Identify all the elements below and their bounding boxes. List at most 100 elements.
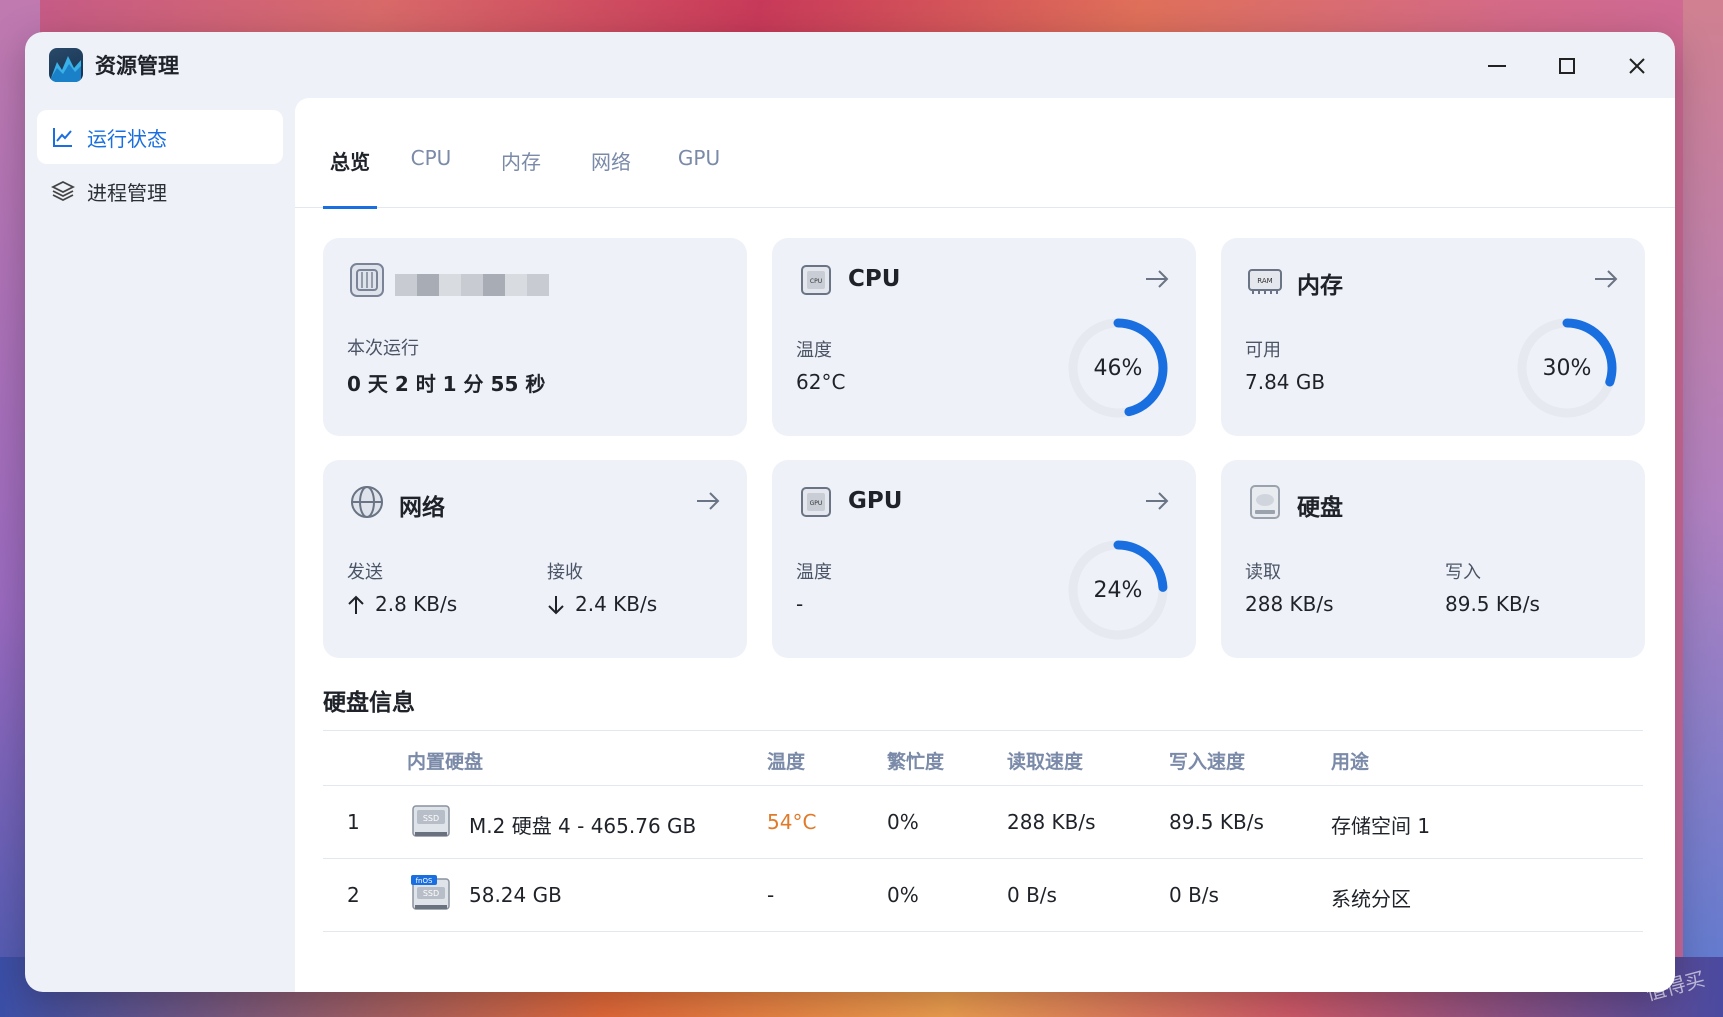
minimize-icon (1488, 65, 1506, 67)
tab-bar: 总览 CPU 内存 网络 GPU (295, 98, 1675, 209)
arrow-right-icon[interactable] (693, 486, 723, 516)
disk-name: M.2 硬盘 4 - 465.76 GB (469, 814, 697, 838)
sidebar: 运行状态 进程管理 (25, 98, 295, 992)
disk-read-speed: 0 B/s (1007, 883, 1057, 907)
uptime-label: 本次运行 (347, 338, 419, 359)
column-header-temp: 温度 (767, 751, 806, 773)
sidebar-item-label: 运行状态 (87, 126, 167, 151)
row-index: 2 (347, 883, 360, 907)
tab-overview[interactable]: 总览 (323, 128, 377, 209)
disk-write-value: 89.5 KB/s (1445, 592, 1540, 616)
disk-write-speed: 0 B/s (1169, 883, 1219, 907)
title-bar: 资源管理 (25, 32, 1675, 98)
ssd-icon: SSD (412, 805, 450, 837)
uptime-value: 0 天 2 时 1 分 55 秒 (347, 372, 546, 396)
column-header-write: 写入速度 (1169, 751, 1246, 773)
disk-read-value: 288 KB/s (1245, 592, 1334, 616)
cpu-usage-text: 46% (1093, 355, 1143, 381)
arrow-right-icon[interactable] (1591, 264, 1621, 294)
window-controls (1477, 46, 1657, 86)
disk-card: 硬盘 读取 288 KB/s 写入 89.5 KB/s (1221, 460, 1645, 658)
svg-text:RAM: RAM (1257, 277, 1272, 285)
table-header-row: 内置硬盘 温度 繁忙度 读取速度 写入速度 用途 (323, 730, 1643, 786)
network-send-value: 2.8 KB/s (375, 592, 458, 616)
cpu-chip-icon: CPU (801, 265, 831, 295)
layers-icon (51, 180, 75, 202)
app-window: 资源管理 运行状态 进程管理 总览 CPU 内存 网络 GPU 本次运行 0 天… (25, 32, 1675, 992)
disk-temp: - (767, 883, 775, 907)
gpu-usage-text: 24% (1093, 577, 1143, 603)
cpu-temp-label: 温度 (796, 340, 832, 361)
gpu-temp-label: 温度 (796, 562, 832, 583)
table-row[interactable]: 1 SSD M.2 硬盘 4 - 465.76 GB 54°C 0% 288 K… (323, 786, 1643, 859)
network-recv-value: 2.4 KB/s (575, 592, 658, 616)
chart-line-icon (53, 128, 72, 147)
minimize-button[interactable] (1477, 46, 1517, 86)
tab-cpu[interactable]: CPU (409, 128, 453, 208)
disk-card-title: 硬盘 (1297, 495, 1343, 521)
hard-disk-icon (1250, 485, 1280, 519)
memory-available-label: 可用 (1245, 340, 1281, 361)
sidebar-item-process-management[interactable]: 进程管理 (37, 164, 283, 218)
cpu-card-title: CPU (848, 266, 901, 292)
cpu-temp-value: 62°C (796, 370, 846, 394)
maximize-button[interactable] (1547, 46, 1587, 86)
tab-network[interactable]: 网络 (589, 128, 633, 208)
sidebar-item-runtime-status[interactable]: 运行状态 (37, 110, 283, 164)
gpu-temp-value: - (796, 592, 804, 616)
system-card: 本次运行 0 天 2 时 1 分 55 秒 (323, 238, 747, 436)
memory-available-value: 7.84 GB (1245, 370, 1326, 394)
close-icon (1629, 58, 1645, 74)
memory-card[interactable]: RAM 内存 可用 7.84 GB 30% (1221, 238, 1645, 436)
network-card-title: 网络 (399, 495, 445, 521)
disk-write-label: 写入 (1445, 562, 1481, 583)
svg-text:GPU: GPU (810, 500, 823, 507)
arrow-down-icon (548, 596, 564, 615)
sidebar-item-label: 进程管理 (87, 180, 167, 205)
svg-text:CPU: CPU (810, 278, 822, 285)
gpu-chip-icon: GPU (801, 487, 831, 517)
gpu-card[interactable]: GPU GPU 温度 - 24% (772, 460, 1196, 658)
svg-text:SSD: SSD (423, 889, 439, 898)
app-logo-icon (49, 48, 83, 82)
main-panel: 总览 CPU 内存 网络 GPU 本次运行 0 天 2 时 1 分 55 秒 C… (295, 98, 1675, 992)
ram-icon: RAM (1248, 269, 1282, 294)
arrow-up-icon (348, 595, 364, 614)
close-button[interactable] (1617, 46, 1657, 86)
disk-read-label: 读取 (1245, 562, 1281, 583)
network-recv-label: 接收 (547, 562, 583, 583)
arrow-right-icon[interactable] (1142, 264, 1172, 294)
globe-icon (351, 486, 383, 518)
disk-busy: 0% (887, 883, 919, 907)
arrow-right-icon[interactable] (1142, 486, 1172, 516)
disk-busy: 0% (887, 810, 919, 834)
tab-memory[interactable]: 内存 (499, 128, 543, 208)
app-title: 资源管理 (95, 54, 179, 78)
network-send-label: 发送 (347, 562, 383, 583)
disk-name: 58.24 GB (469, 883, 562, 907)
memory-usage-text: 30% (1542, 355, 1592, 381)
maximize-icon (1559, 58, 1575, 74)
disk-usage: 存储空间 1 (1331, 814, 1431, 838)
tab-gpu[interactable]: GPU (677, 128, 721, 208)
column-header-busy: 繁忙度 (887, 751, 945, 773)
disk-write-speed: 89.5 KB/s (1169, 810, 1264, 834)
computer-icon (350, 263, 384, 297)
column-header-disk: 内置硬盘 (407, 751, 484, 773)
disk-usage: 系统分区 (1331, 887, 1411, 911)
network-card[interactable]: 网络 发送 2.8 KB/s 接收 2.4 KB/s (323, 460, 747, 658)
row-index: 1 (347, 810, 360, 834)
svg-text:SSD: SSD (423, 814, 439, 823)
background-right (1683, 0, 1723, 1017)
disk-temp: 54°C (767, 810, 817, 834)
column-header-read: 读取速度 (1007, 751, 1084, 773)
ssd-system-icon: SSD fnOS (411, 875, 450, 910)
cpu-card[interactable]: CPU CPU 温度 62°C 46% (772, 238, 1196, 436)
disk-read-speed: 288 KB/s (1007, 810, 1096, 834)
table-row[interactable]: 2 SSD fnOS 58.24 GB - 0% 0 B/s 0 B/s 系统分… (323, 859, 1643, 932)
gpu-card-title: GPU (848, 488, 903, 514)
svg-text:fnOS: fnOS (416, 877, 433, 885)
disk-info-title: 硬盘信息 (323, 690, 415, 716)
memory-card-title: 内存 (1297, 273, 1343, 299)
hostname-redacted (395, 274, 549, 296)
